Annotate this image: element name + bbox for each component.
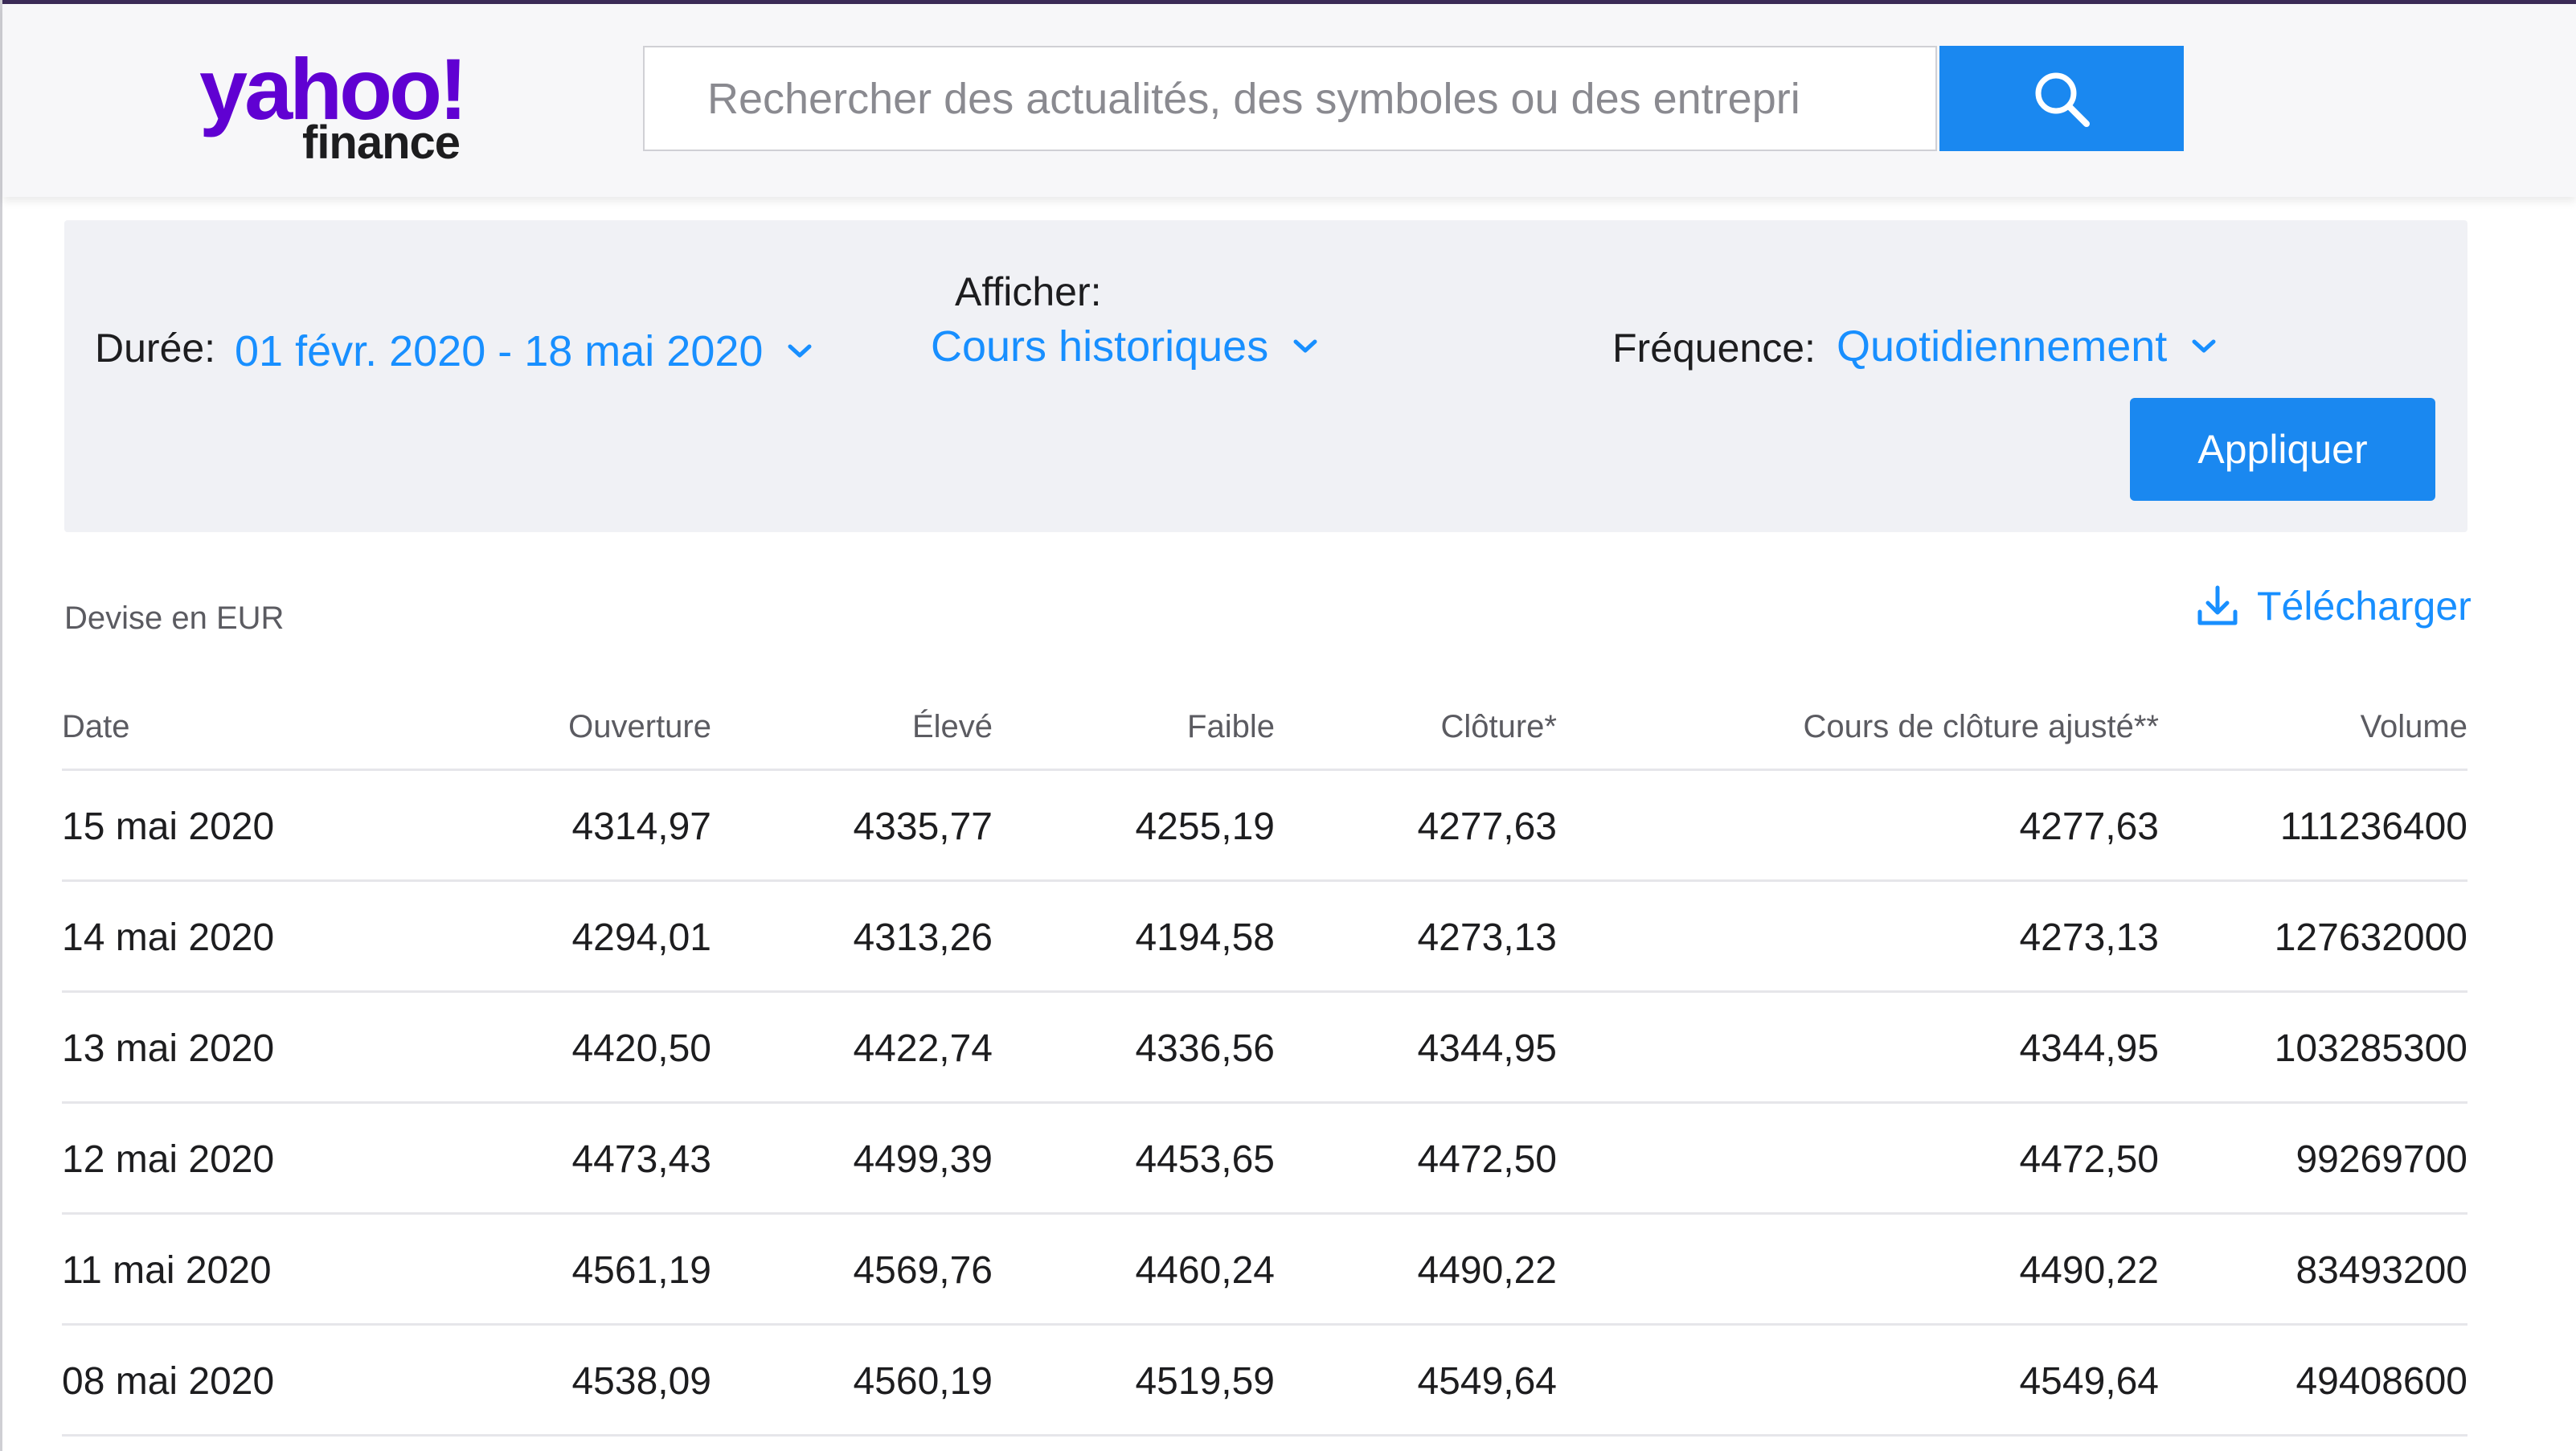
cell-open: 4561,19 (571, 1249, 711, 1292)
cell-open: 4420,50 (571, 1027, 711, 1070)
cell-adj-close: 4472,50 (2019, 1138, 2159, 1181)
cell-date: 14 mai 2020 (62, 916, 275, 959)
cell-high: 4499,39 (853, 1138, 993, 1181)
table-row: 12 mai 2020 4473,43 4499,39 4453,65 4472… (62, 1104, 2467, 1215)
cell-volume: 127632000 (2274, 916, 2467, 959)
cell-low: 4194,58 (1135, 916, 1275, 959)
chevron-down-icon (788, 344, 812, 358)
cell-low: 4336,56 (1135, 1027, 1275, 1070)
table-header: Date Ouverture Élevé Faible Clôture* Cou… (62, 691, 2467, 771)
column-header-open: Ouverture (568, 709, 711, 744)
logo-finance-text: finance (302, 117, 461, 169)
table-row: 11 mai 2020 4561,19 4569,76 4460,24 4490… (62, 1215, 2467, 1326)
chevron-down-icon (1293, 339, 1317, 353)
cell-adj-close: 4490,22 (2019, 1249, 2159, 1292)
page: yahoo! finance Durée: 01 févr. 2020 - 18… (0, 0, 2576, 1451)
search-box (643, 46, 1939, 151)
cell-high: 4335,77 (853, 805, 993, 848)
cell-low: 4460,24 (1135, 1249, 1275, 1292)
cell-volume: 49408600 (2295, 1360, 2467, 1403)
cell-open: 4538,09 (571, 1360, 711, 1403)
column-header-close: Clôture* (1440, 709, 1557, 744)
cell-adj-close: 4549,64 (2019, 1360, 2159, 1403)
show-dropdown[interactable]: Cours historiques (931, 325, 1318, 368)
yahoo-finance-logo[interactable]: yahoo! finance (199, 46, 489, 174)
cell-volume: 83493200 (2295, 1249, 2467, 1292)
show-label: Afficher: (955, 269, 1102, 314)
frequency-value: Quotidiennement (1837, 322, 2168, 371)
cell-low: 4453,65 (1135, 1138, 1275, 1181)
duration-dropdown[interactable]: 01 févr. 2020 - 18 mai 2020 (235, 330, 813, 373)
column-header-date: Date (62, 709, 130, 744)
cell-adj-close: 4273,13 (2019, 916, 2159, 959)
cell-close: 4277,63 (1417, 805, 1557, 848)
cell-date: 13 mai 2020 (62, 1027, 275, 1070)
column-header-low: Faible (1187, 709, 1275, 744)
cell-close: 4490,22 (1417, 1249, 1557, 1292)
cell-close: 4273,13 (1417, 916, 1557, 959)
left-border (0, 0, 2, 1451)
frequency-dropdown[interactable]: Quotidiennement (1837, 325, 2217, 368)
table-row: 13 mai 2020 4420,50 4422,74 4336,56 4344… (62, 993, 2467, 1104)
cell-volume: 111236400 (2279, 805, 2467, 848)
column-header-high: Élevé (911, 709, 993, 744)
cell-close: 4472,50 (1417, 1138, 1557, 1181)
table-row: 08 mai 2020 4538,09 4560,19 4519,59 4549… (62, 1326, 2467, 1437)
download-link[interactable]: Télécharger (2196, 583, 2472, 629)
cell-close: 4344,95 (1417, 1027, 1557, 1070)
cell-adj-close: 4344,95 (2019, 1027, 2159, 1070)
cell-date: 08 mai 2020 (62, 1360, 275, 1403)
cell-adj-close: 4277,63 (2019, 805, 2159, 848)
show-value: Cours historiques (931, 322, 1269, 371)
cell-volume: 99269700 (2295, 1138, 2467, 1181)
chevron-down-icon (2192, 339, 2216, 353)
cell-high: 4569,76 (853, 1249, 993, 1292)
duration-value: 01 févr. 2020 - 18 mai 2020 (235, 327, 764, 375)
search-button[interactable] (1939, 46, 2184, 151)
cell-close: 4549,64 (1417, 1360, 1557, 1403)
cell-open: 4473,43 (571, 1138, 711, 1181)
filter-panel (64, 220, 2467, 532)
cell-high: 4560,19 (853, 1360, 993, 1403)
frequency-label: Fréquence: (1612, 326, 1816, 371)
cell-date: 15 mai 2020 (62, 805, 275, 848)
cell-low: 4519,59 (1135, 1360, 1275, 1403)
cell-volume: 103285300 (2274, 1027, 2467, 1070)
duration-label: Durée: (95, 326, 216, 371)
table-row: 14 mai 2020 4294,01 4313,26 4194,58 4273… (62, 882, 2467, 993)
cell-open: 4294,01 (571, 916, 711, 959)
cell-high: 4313,26 (853, 916, 993, 959)
download-icon (2197, 585, 2238, 625)
download-label: Télécharger (2257, 584, 2472, 629)
historical-prices-table: Date Ouverture Élevé Faible Clôture* Cou… (62, 691, 2467, 1437)
cell-low: 4255,19 (1135, 805, 1275, 848)
apply-button[interactable]: Appliquer (2130, 398, 2435, 501)
currency-note: Devise en EUR (64, 600, 285, 636)
search-icon (2035, 72, 2090, 127)
table-row: 15 mai 2020 4314,97 4335,77 4255,19 4277… (62, 771, 2467, 882)
search-input[interactable] (645, 47, 1939, 150)
cell-date: 11 mai 2020 (62, 1249, 272, 1292)
cell-high: 4422,74 (853, 1027, 993, 1070)
cell-date: 12 mai 2020 (62, 1138, 275, 1181)
cell-open: 4314,97 (571, 805, 711, 848)
column-header-adj-close: Cours de clôture ajusté** (1803, 709, 2159, 744)
column-header-volume: Volume (2360, 709, 2467, 744)
